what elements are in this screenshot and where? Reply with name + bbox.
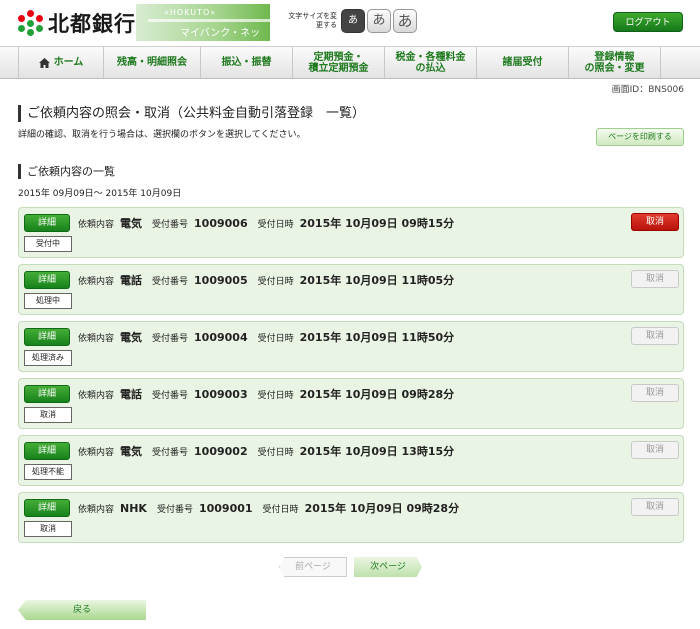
service-banner: «HOKUTO» マイバンク・ネット — [136, 4, 270, 41]
receipt-no-label: 受付番号 — [152, 334, 189, 344]
nav-home-label: ホーム — [53, 57, 84, 68]
fontsize-label: 文字サイズを変更する — [288, 12, 337, 29]
fontsize-medium-button[interactable]: あ — [367, 9, 391, 33]
bank-logo[interactable]: 北都銀行 «HOKUTO» マイバンク・ネット — [18, 4, 270, 41]
receipt-no-label: 受付番号 — [152, 391, 189, 401]
status-badge: 処理中 — [24, 293, 72, 309]
home-icon — [38, 57, 50, 68]
request-row: 詳細 処理中 依頼内容 電話 受付番号 1009005 受付日時 2015年 1… — [18, 264, 684, 315]
bank-name: 北都銀行 — [48, 11, 136, 36]
receipt-no-value: 1009002 — [194, 445, 248, 458]
content-label: 依頼内容 — [78, 334, 115, 344]
content-label: 依頼内容 — [78, 220, 115, 230]
nav-balance[interactable]: 残高・明細照会 — [104, 47, 201, 78]
next-page-button[interactable]: 次ページ — [354, 557, 422, 577]
page-title: ご依頼内容の照会・取消（公共料金自動引落登録 一覧） — [18, 105, 365, 122]
nav-deposit-label: 定期預金・ 積立定期預金 — [308, 51, 369, 74]
detail-button[interactable]: 詳細 — [24, 385, 70, 403]
nav-deposit[interactable]: 定期預金・ 積立定期預金 — [293, 47, 385, 78]
status-badge: 取消 — [24, 407, 72, 423]
content-label: 依頼内容 — [78, 277, 115, 287]
receipt-datetime-value: 2015年 10月09日 11時05分 — [299, 274, 455, 287]
content-label: 依頼内容 — [78, 448, 115, 458]
bank-logo-mark-icon — [18, 9, 44, 36]
status-badge: 取消 — [24, 521, 72, 537]
receipt-datetime-label: 受付日時 — [257, 220, 294, 230]
request-row: 詳細 受付中 依頼内容 電気 受付番号 1009006 受付日時 2015年 1… — [18, 207, 684, 258]
fontsize-large-button[interactable]: あ — [393, 9, 417, 33]
cancel-button: 取消 — [631, 441, 679, 459]
detail-button[interactable]: 詳細 — [24, 328, 70, 346]
page-description: 詳細の確認、取消を行う場合は、選択欄のボタンを選択してください。 — [18, 130, 306, 140]
content-value: 電話 — [120, 274, 143, 287]
logout-button[interactable]: ログアウト — [613, 12, 683, 32]
prev-page-button: 前ページ — [279, 557, 347, 577]
screen-id: 画面ID：BNS006 — [611, 85, 684, 95]
receipt-no-value: 1009001 — [198, 502, 253, 515]
nav-payment-label: 税金・各種料金 の払込 — [395, 51, 466, 74]
cancel-button: 取消 — [631, 498, 679, 516]
back-button[interactable]: 戻る — [18, 600, 146, 620]
receipt-no-label: 受付番号 — [152, 277, 189, 287]
receipt-no-value: 1009004 — [194, 331, 248, 344]
print-page-button[interactable]: ページを印刷する — [596, 128, 684, 146]
nav-payment[interactable]: 税金・各種料金 の払込 — [385, 47, 477, 78]
banner-jp: マイバンク・ネット — [180, 28, 261, 39]
content-value: 電話 — [120, 388, 143, 401]
nav-home[interactable]: ホーム — [18, 47, 104, 78]
nav-transfer[interactable]: 振込・振替 — [201, 47, 293, 78]
period-range: 2015年 09月09日～ 2015年 10月09日 — [18, 189, 182, 199]
receipt-datetime-value: 2015年 10月09日 09時28分 — [299, 388, 455, 401]
detail-button[interactable]: 詳細 — [24, 271, 70, 289]
cancel-button: 取消 — [631, 270, 679, 288]
detail-button[interactable]: 詳細 — [24, 499, 70, 517]
request-row: 詳細 処理済み 依頼内容 電気 受付番号 1009004 受付日時 2015年 … — [18, 321, 684, 372]
content-value: 電気 — [120, 331, 143, 344]
receipt-datetime-value: 2015年 10月09日 11時50分 — [299, 331, 455, 344]
nav-balance-label: 残高・明細照会 — [117, 57, 187, 68]
cancel-button: 取消 — [631, 327, 679, 345]
request-row: 詳細 取消 依頼内容 NHK 受付番号 1009001 受付日時 2015年 1… — [18, 492, 684, 543]
receipt-datetime-label: 受付日時 — [257, 448, 294, 458]
content-value: 電気 — [120, 217, 143, 230]
nav-applications-label: 諸届受付 — [502, 57, 543, 68]
nav-registration-label: 登録情報 の照会・変更 — [584, 51, 645, 74]
receipt-no-value: 1009006 — [194, 217, 248, 230]
request-row: 詳細 処理不能 依頼内容 電気 受付番号 1009002 受付日時 2015年 … — [18, 435, 684, 486]
detail-button[interactable]: 詳細 — [24, 214, 70, 232]
request-list: 詳細 受付中 依頼内容 電気 受付番号 1009006 受付日時 2015年 1… — [18, 207, 684, 549]
cancel-button: 取消 — [631, 384, 679, 402]
content-value: 電気 — [120, 445, 143, 458]
content-label: 依頼内容 — [78, 391, 115, 401]
receipt-no-label: 受付番号 — [152, 448, 189, 458]
receipt-datetime-value: 2015年 10月09日 09時15分 — [299, 217, 455, 230]
receipt-datetime-value: 2015年 10月09日 09時28分 — [304, 502, 460, 515]
fontsize-small-button[interactable]: あ — [341, 9, 365, 33]
nav-transfer-label: 振込・振替 — [221, 57, 272, 68]
receipt-datetime-label: 受付日時 — [257, 391, 294, 401]
receipt-datetime-label: 受付日時 — [257, 334, 294, 344]
banner-en: «HOKUTO» — [164, 8, 217, 17]
receipt-no-value: 1009005 — [194, 274, 248, 287]
header: 北都銀行 «HOKUTO» マイバンク・ネット 文字サイズを変更する あ あ あ… — [0, 0, 700, 46]
receipt-datetime-label: 受付日時 — [262, 505, 299, 515]
receipt-no-label: 受付番号 — [152, 220, 189, 230]
nav-registration[interactable]: 登録情報 の照会・変更 — [569, 47, 661, 78]
section-title: ご依頼内容の一覧 — [18, 164, 115, 179]
nav-applications[interactable]: 諸届受付 — [477, 47, 569, 78]
status-badge: 受付中 — [24, 236, 72, 252]
content-value: NHK — [120, 502, 147, 515]
status-badge: 処理済み — [24, 350, 72, 366]
request-row: 詳細 取消 依頼内容 電話 受付番号 1009003 受付日時 2015年 10… — [18, 378, 684, 429]
receipt-datetime-label: 受付日時 — [257, 277, 294, 287]
cancel-button[interactable]: 取消 — [631, 213, 679, 231]
receipt-datetime-value: 2015年 10月09日 13時15分 — [299, 445, 455, 458]
receipt-no-label: 受付番号 — [156, 505, 193, 515]
receipt-no-value: 1009003 — [194, 388, 248, 401]
main-nav: ホーム 残高・明細照会 振込・振替 定期預金・ 積立定期預金 税金・各種料金 の… — [0, 46, 700, 79]
status-badge: 処理不能 — [24, 464, 72, 480]
content-label: 依頼内容 — [78, 505, 115, 515]
detail-button[interactable]: 詳細 — [24, 442, 70, 460]
